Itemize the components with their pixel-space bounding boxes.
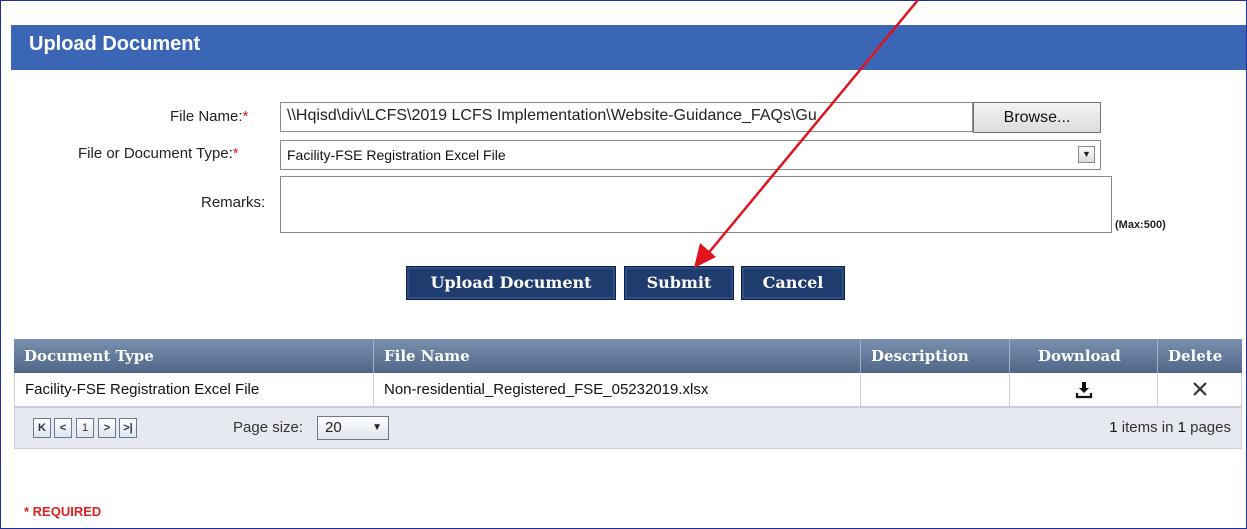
panel-title: Upload Document	[29, 33, 201, 55]
cell-document-type: Facility-FSE Registration Excel File	[15, 373, 374, 406]
doc-type-select[interactable]: Facility-FSE Registration Excel File ▼	[280, 140, 1101, 170]
upload-document-button[interactable]: Upload Document	[406, 266, 616, 300]
file-name-label-row: File Name:*	[170, 108, 248, 125]
next-page-icon[interactable]: >	[98, 418, 116, 438]
prev-page-icon[interactable]: <	[54, 418, 72, 438]
page-info: 1 items in 1 pages	[1109, 419, 1231, 436]
required-note: * REQUIRED	[24, 504, 102, 519]
file-name-value: \\Hqisd\div\LCFS\2019 LCFS Implementatio…	[287, 107, 817, 124]
cell-file-name: Non-residential_Registered_FSE_05232019.…	[374, 373, 861, 406]
remarks-textarea[interactable]	[280, 176, 1112, 233]
remarks-max-hint: (Max:500)	[1115, 219, 1166, 231]
column-header-description[interactable]: Description	[861, 339, 1010, 373]
page-info-count: 1	[1109, 419, 1118, 436]
download-icon[interactable]	[1075, 381, 1093, 399]
column-header-download: Download	[1010, 339, 1158, 373]
page-info-mid: items in	[1117, 419, 1178, 436]
column-header-document-type[interactable]: Document Type	[14, 339, 374, 373]
required-mark: *	[232, 145, 239, 162]
close-icon[interactable]	[1192, 381, 1208, 397]
required-mark: *	[242, 108, 249, 125]
upload-document-panel	[0, 0, 1247, 529]
table-row: Facility-FSE Registration Excel File Non…	[14, 373, 1242, 407]
page-size-value: 20	[325, 419, 342, 436]
page-info-suffix: pages	[1185, 419, 1231, 436]
page-info-pages: 1	[1177, 419, 1186, 436]
cell-download	[1010, 373, 1158, 406]
last-page-icon[interactable]: >|	[119, 418, 137, 438]
page-size-select[interactable]: 20 ▼	[317, 416, 389, 440]
chevron-down-icon: ▼	[372, 422, 382, 433]
chevron-down-icon[interactable]: ▼	[1078, 146, 1095, 163]
browse-button[interactable]: Browse...	[973, 102, 1101, 133]
cancel-button[interactable]: Cancel	[741, 266, 845, 300]
doc-type-label-row: File or Document Type:*	[78, 145, 239, 162]
table-header: Document Type File Name Description Down…	[14, 339, 1242, 373]
file-name-label: File Name:	[170, 108, 243, 125]
file-name-input[interactable]: \\Hqisd\div\LCFS\2019 LCFS Implementatio…	[280, 102, 973, 132]
table-pager: K < 1 > >| Page size: 20 ▼ 1 items in 1 …	[14, 407, 1242, 449]
first-page-icon[interactable]: K	[33, 418, 51, 438]
doc-type-label: File or Document Type:	[78, 145, 233, 162]
column-header-file-name[interactable]: File Name	[374, 339, 861, 373]
column-header-delete: Delete	[1168, 347, 1223, 365]
remarks-label: Remarks:	[201, 194, 266, 211]
doc-type-value: Facility-FSE Registration Excel File	[287, 147, 506, 163]
cell-description	[861, 373, 1010, 406]
current-page[interactable]: 1	[76, 418, 94, 438]
panel-header: Upload Document	[11, 25, 1246, 70]
page-size-label: Page size:	[233, 419, 304, 436]
cell-delete	[1158, 373, 1241, 406]
submit-button[interactable]: Submit	[624, 266, 734, 300]
